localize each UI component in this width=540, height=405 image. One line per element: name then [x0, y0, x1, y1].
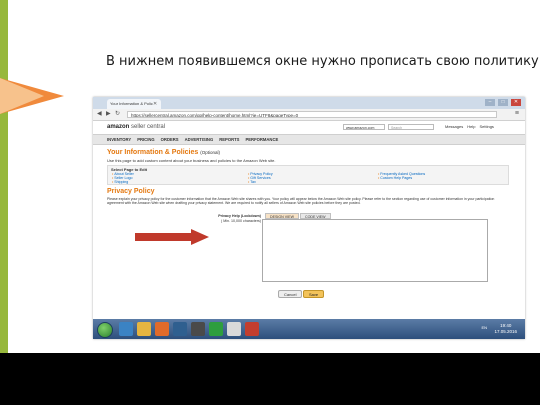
- editor-label-text: Privacy Help (Lockdown): [218, 214, 261, 218]
- editor-label: Privacy Help (Lockdown) ( Min. 10,000 ch…: [213, 214, 261, 223]
- taskbar-clock[interactable]: 19:40 17.05.2016: [494, 323, 517, 334]
- nav-item-reports[interactable]: REPORTS: [219, 135, 239, 144]
- nav-item-advertising[interactable]: ADVERTISING: [185, 135, 214, 144]
- seller-central-nav: INVENTORY PRICING ORDERS ADVERTISING REP…: [93, 134, 525, 145]
- word-icon[interactable]: [173, 322, 187, 336]
- slide-bottom-bar: [0, 353, 540, 405]
- nav-item-orders[interactable]: ORDERS: [161, 135, 179, 144]
- browser-tab-bar: Your Information & Polic ✕ – □ ✕: [93, 97, 525, 109]
- select-page-box: Select Page to Edit About Seller Seller …: [107, 165, 509, 185]
- slide-title: В нижнем появившемся окне нужно прописат…: [106, 54, 540, 69]
- ie-icon[interactable]: [119, 322, 133, 336]
- header-link-help[interactable]: Help: [467, 124, 475, 130]
- address-bar-row: ◀ ▶ ↻ https://sellercentral.amazon.com/g…: [93, 109, 525, 121]
- page-title-optional: (Optional): [200, 150, 220, 155]
- close-icon[interactable]: ✕: [511, 99, 521, 106]
- header-link-messages[interactable]: Messages: [445, 124, 463, 130]
- menu-icon[interactable]: ≡: [515, 110, 519, 117]
- search-input[interactable]: Search: [388, 124, 434, 130]
- browser-screenshot: Your Information & Polic ✕ – □ ✕ ◀ ▶ ↻ h…: [93, 97, 525, 339]
- red-arrow-icon: [135, 229, 209, 245]
- cancel-button[interactable]: Cancel: [278, 290, 303, 298]
- links-column-2: Privacy Policy Gift Services Tax: [248, 172, 273, 185]
- nav-item-inventory[interactable]: INVENTORY: [107, 135, 131, 144]
- clock-date: 17.05.2016: [494, 328, 517, 334]
- reload-icon[interactable]: ↻: [115, 111, 120, 118]
- link-shipping[interactable]: Shipping: [112, 180, 134, 184]
- slide-chevron-inner-decoration: [0, 78, 44, 114]
- links-column-3: Frequently Asked Questions Custom Help P…: [378, 172, 425, 180]
- nav-item-pricing[interactable]: PRICING: [137, 135, 154, 144]
- links-column-1: About Seller Seller Logo Shipping: [112, 172, 134, 185]
- nav-item-performance[interactable]: PERFORMANCE: [245, 135, 278, 144]
- link-tax[interactable]: Tax: [248, 180, 273, 184]
- chrome-icon[interactable]: [227, 322, 241, 336]
- excel-icon[interactable]: [209, 322, 223, 336]
- media-player-icon[interactable]: [155, 322, 169, 336]
- maximize-icon[interactable]: □: [498, 99, 508, 106]
- seller-central-logo[interactable]: amazon seller central: [107, 124, 165, 130]
- seller-central-header: amazon seller central www.amazon.com Sea…: [93, 121, 525, 134]
- section-description: Please explain your privacy policy for t…: [107, 197, 495, 206]
- logo-brand: amazon: [107, 124, 130, 130]
- folder-icon[interactable]: [137, 322, 151, 336]
- link-custom-help-pages[interactable]: Custom Help Pages: [378, 176, 425, 180]
- forward-arrow-icon[interactable]: ▶: [106, 111, 111, 118]
- slide-accent-bar: [0, 0, 8, 353]
- page-subtitle: Use this page to add custom content abou…: [107, 158, 276, 163]
- page-title: Your Information & Policies (Optional): [107, 149, 220, 156]
- policy-editor-textarea[interactable]: [262, 219, 488, 282]
- tray-language[interactable]: EN: [481, 325, 487, 330]
- marketplace-select[interactable]: www.amazon.com: [343, 124, 385, 130]
- minimize-icon[interactable]: –: [485, 99, 495, 106]
- back-arrow-icon[interactable]: ◀: [97, 111, 102, 118]
- header-links: Messages Help Settings: [445, 124, 494, 130]
- powerpoint-icon[interactable]: [245, 322, 259, 336]
- app-icon[interactable]: [191, 322, 205, 336]
- url-input[interactable]: https://sellercentral.amazon.com/gp/help…: [127, 111, 497, 118]
- save-button[interactable]: Save: [303, 290, 325, 298]
- logo-product: seller central: [131, 124, 166, 130]
- header-link-settings[interactable]: Settings: [479, 124, 493, 130]
- window-controls: – □ ✕: [485, 99, 521, 106]
- section-title: Privacy Policy: [107, 188, 155, 195]
- page-title-text: Your Information & Policies: [107, 149, 199, 156]
- windows-taskbar: EN 19:40 17.05.2016: [93, 319, 525, 339]
- tab-close-icon[interactable]: ✕: [153, 99, 157, 109]
- start-button-icon[interactable]: [97, 322, 113, 338]
- editor-sublabel: ( Min. 10,000 characters): [221, 218, 261, 223]
